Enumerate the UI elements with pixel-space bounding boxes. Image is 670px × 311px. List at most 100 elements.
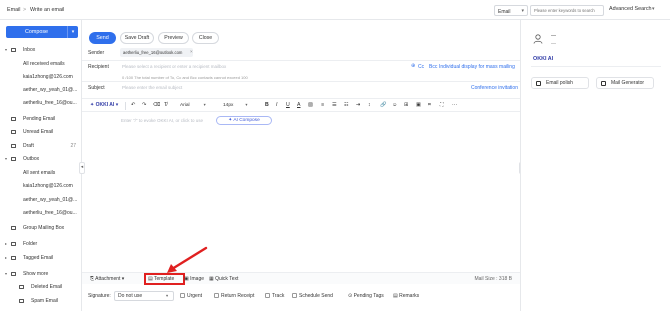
align-icon[interactable]: ≡	[321, 102, 324, 108]
underline-icon[interactable]: U	[286, 102, 290, 108]
chevron-down-icon[interactable]: ▾	[5, 154, 7, 164]
highlight-icon[interactable]: ▨	[308, 102, 313, 108]
indent-icon[interactable]: ⇥	[356, 102, 360, 108]
bcc-link[interactable]: Bcc	[429, 64, 437, 70]
chevron-down-icon: ▾	[203, 102, 206, 107]
sidebar-item-folder[interactable]: ▸ Folder	[0, 239, 82, 249]
format-painter-icon[interactable]: ⌫	[153, 102, 160, 108]
recipient-input[interactable]: Please select a recipient or enter a rec…	[122, 64, 226, 69]
return-receipt-label: Return Receipt	[221, 293, 255, 299]
sidebar-item-account[interactable]: aether_wy_yeah_01@...	[0, 85, 82, 95]
urgent-checkbox[interactable]: Urgent	[180, 293, 202, 299]
code-icon[interactable]: ⌗	[428, 102, 431, 109]
divider	[125, 102, 126, 110]
bold-icon[interactable]: B	[265, 102, 269, 108]
sidebar-item-account[interactable]: aetherliu_free_16@ou...	[0, 98, 82, 108]
sender-chip[interactable]: aetherliu_free_16@outlook.com	[120, 48, 193, 57]
email-polish-label: Email polish	[546, 80, 573, 86]
link-icon[interactable]: 🔗	[380, 102, 386, 108]
sidebar-item-deleted[interactable]: Deleted Email	[0, 282, 82, 292]
pending-tags-button[interactable]: ⊙ Pending Tags	[348, 293, 384, 299]
table-icon[interactable]: ⊞	[404, 102, 408, 108]
checkbox-icon[interactable]	[180, 293, 185, 298]
checkbox-icon[interactable]	[265, 293, 270, 298]
sidebar-item-unread[interactable]: Unread Email	[0, 127, 82, 137]
sidebar-item-account[interactable]: aetherliu_free_16@ou...	[0, 208, 82, 218]
sidebar-item-all-sent[interactable]: All sent emails	[0, 168, 82, 178]
compose-dropdown-icon[interactable]: ▾	[67, 26, 78, 38]
subject-input[interactable]: Please enter the email subject	[122, 85, 182, 90]
close-icon[interactable]: ×	[190, 49, 193, 54]
individual-display-link[interactable]: Individual display for mass mailing	[439, 64, 515, 70]
sidebar-item-label: aether_wy_yeah_01@...	[23, 197, 78, 203]
remarks-button[interactable]: ▤ Remarks	[393, 293, 419, 299]
checkbox-icon[interactable]	[214, 293, 219, 298]
ai-compose-button[interactable]: ✦ AI Compose	[216, 116, 272, 125]
bullet-list-icon[interactable]: ☷	[344, 102, 349, 108]
sidebar-item-account[interactable]: aether_wy_yeah_01@...	[0, 195, 82, 205]
more-icon[interactable]: ⋯	[452, 102, 457, 108]
chevron-down-icon[interactable]: ▾	[5, 45, 7, 55]
sidebar-item-label: Tagged Email	[23, 255, 54, 261]
mail-generator-button[interactable]: Mail Generator	[596, 77, 654, 89]
schedule-send-checkbox[interactable]: Schedule Send	[292, 293, 333, 299]
advanced-search-button[interactable]: Advanced Search	[609, 6, 652, 12]
sidebar-item-label: Show more	[23, 271, 49, 277]
okki-ai-button[interactable]: ✦ OKKI AI ▾	[90, 102, 118, 108]
search-type-select[interactable]: Email ▾	[494, 5, 528, 16]
breadcrumb-root[interactable]: Email	[7, 7, 20, 13]
sidebar-item-account[interactable]: kaia1zhong@126.com	[0, 181, 82, 191]
conference-invitation-link[interactable]: Conference invitation	[471, 85, 518, 91]
sidebar-item-group-mailing[interactable]: Group Mailing Box	[0, 223, 82, 233]
line-height-icon[interactable]: ↕	[368, 102, 371, 108]
sidebar-item-label: kaia1zhong@126.com	[23, 74, 73, 80]
image-button[interactable]: ▣ Image	[184, 276, 204, 282]
editor-placeholder[interactable]: Enter "/" to evoke OKKI AI, or click to …	[121, 118, 203, 123]
chevron-right-icon[interactable]: ▸	[5, 239, 7, 249]
chevron-down-icon[interactable]: ▾	[652, 6, 655, 12]
chevron-down-icon[interactable]: ▾	[5, 269, 7, 279]
image-icon[interactable]: ▣	[416, 102, 421, 108]
image-label: Image	[190, 276, 205, 282]
sidebar-item-tagged[interactable]: ▸ Tagged Email	[0, 253, 82, 263]
emoji-icon[interactable]: ☺	[392, 102, 397, 108]
sidebar-item-draft[interactable]: Draft 27	[0, 141, 82, 151]
return-receipt-checkbox[interactable]: Return Receipt	[214, 293, 254, 299]
fullscreen-icon[interactable]: ⛶	[440, 102, 444, 109]
email-polish-button[interactable]: Email polish	[531, 77, 589, 89]
generator-icon	[601, 80, 606, 86]
search-input[interactable]	[530, 5, 604, 16]
sidebar-item-show-more[interactable]: ▾ Show more	[0, 269, 82, 279]
ordered-list-icon[interactable]: ☰	[332, 102, 337, 108]
sidebar-item-pending[interactable]: Pending Email	[0, 114, 82, 124]
sidebar-item-all-received[interactable]: All received emails	[0, 59, 82, 69]
clear-format-icon[interactable]: T̸	[164, 102, 167, 108]
quick-text-button[interactable]: ▦ Quick Text	[209, 276, 238, 282]
cc-link[interactable]: Cc	[418, 64, 424, 70]
clock-icon	[11, 117, 16, 121]
send-button[interactable]: Send	[89, 32, 116, 44]
attachment-button[interactable]: ⎘ Attachment ▾	[90, 276, 124, 282]
sidebar-item-spam[interactable]: Spam Email	[0, 296, 82, 306]
signature-select[interactable]: Do not use	[114, 291, 174, 301]
checkbox-icon[interactable]	[292, 293, 297, 298]
chevron-right-icon[interactable]: ▸	[5, 253, 7, 263]
redo-icon[interactable]: ↷	[142, 102, 146, 108]
italic-icon[interactable]: I	[276, 102, 277, 108]
compose-button[interactable]: Compose	[6, 26, 67, 38]
collapse-sidebar-handle[interactable]: ◂	[79, 162, 85, 174]
undo-icon[interactable]: ↶	[131, 102, 135, 108]
sidebar-item-inbox[interactable]: ▾ Inbox	[0, 45, 82, 55]
close-button[interactable]: Close	[192, 32, 219, 44]
font-size-select[interactable]: 14px ▾	[223, 102, 248, 110]
chevron-down-icon: ▾	[521, 8, 524, 14]
font-family-select[interactable]: Arial ▾	[180, 102, 206, 110]
sidebar-item-account[interactable]: kaia1zhong@126.com	[0, 72, 82, 82]
track-checkbox[interactable]: Track	[265, 293, 284, 299]
font-color-icon[interactable]: A	[297, 102, 300, 108]
sidebar-item-outbox[interactable]: ▾ Outbox	[0, 154, 82, 164]
contacts-icon[interactable]: ⊕	[411, 63, 415, 69]
preview-button[interactable]: Preview	[158, 32, 189, 44]
save-draft-button[interactable]: Save Draft	[120, 32, 154, 44]
signature-label: Signature:	[88, 293, 111, 299]
